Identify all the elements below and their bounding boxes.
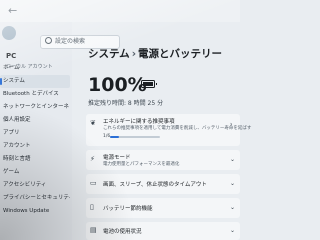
page-title: 電源とバッテリー (138, 48, 223, 60)
chevron-right-icon[interactable]: › (230, 122, 236, 128)
avatar[interactable] (2, 26, 16, 40)
battery-saver-icon: ▯ (90, 203, 94, 211)
sidebar-item[interactable]: ホーム (0, 62, 70, 75)
battery-full-icon (141, 80, 157, 88)
screen-sleep-title: 画面、スリープ、休止状態のタイムアウト (103, 182, 207, 188)
main-content: システム › 電源とバッテリー 100% 推定残り時間: 8 時間 25 分 ❦ エ… (72, 22, 251, 240)
battery-saver-card[interactable]: ▯ バッテリー節約機能 ⌄ (86, 198, 240, 218)
sidebar-item[interactable]: 個人用設定 (0, 114, 70, 127)
pc-name: PC (6, 52, 17, 60)
sidebar-item[interactable]: 時刻と言語 (0, 153, 70, 166)
power-mode-card[interactable]: ⚡ 電源モード 電力使用量とパフォーマンスを最適化 ⌄ (86, 150, 240, 170)
energy-recommendations-card[interactable]: ❦ エネルギーに関する推奨事項 これらの推奨事項を適用して電力消費を削減し、バッ… (86, 114, 251, 146)
sidebar-item[interactable]: システム (0, 75, 70, 88)
energy-recommendations-progress (110, 136, 160, 138)
chevron-down-icon[interactable]: ⌄ (230, 181, 236, 187)
sidebar-item[interactable]: プライバシーとセキュリティ (0, 192, 70, 205)
power-mode-icon: ⚡ (90, 155, 95, 163)
battery-usage-card[interactable]: ▤ 電池の使用状況 ⌄ (86, 222, 240, 240)
sidebar-item[interactable]: ネットワークとインターネット (0, 101, 70, 114)
settings-window: ← PC ローカル アカウント ホーム システム Bluetooth とデバイス ネッ… (0, 0, 251, 240)
sidebar-item[interactable]: Bluetooth とデバイス (0, 88, 70, 101)
power-mode-subtitle: 電力使用量とパフォーマンスを最適化 (103, 162, 180, 167)
sidebar: PC ローカル アカウント ホーム システム Bluetooth とデバイス ネットワ… (0, 22, 72, 240)
sidebar-item[interactable]: Windows Update (0, 205, 70, 218)
monitor-icon: ▭ (90, 179, 97, 187)
energy-recommendations-progress-fill (110, 136, 119, 138)
breadcrumb-separator: › (131, 48, 137, 60)
chevron-down-icon[interactable]: ⌄ (230, 157, 236, 163)
breadcrumb: システム › 電源とバッテリー (88, 46, 222, 61)
sidebar-item[interactable]: アカウント (0, 140, 70, 153)
battery-usage-title: 電池の使用状況 (103, 229, 142, 235)
arrow-left-icon[interactable]: ← (8, 4, 17, 17)
sidebar-item[interactable]: アプリ (0, 127, 70, 140)
title-bar: ← (0, 0, 240, 22)
chevron-down-icon[interactable]: ⌄ (230, 228, 236, 234)
sidebar-item[interactable]: ゲーム (0, 166, 70, 179)
battery-saver-title: バッテリー節約機能 (103, 206, 153, 212)
search-icon (45, 37, 52, 44)
sidebar-item[interactable]: アクセシビリティ (0, 179, 70, 192)
remaining-time: 推定残り時間: 8 時間 25 分 (88, 100, 164, 107)
breadcrumb-parent[interactable]: システム (88, 48, 130, 60)
energy-recommendations-title: エネルギーに関する推奨事項 (103, 119, 175, 125)
chevron-down-icon[interactable]: ⌄ (230, 205, 236, 211)
screen-sleep-card[interactable]: ▭ 画面、スリープ、休止状態のタイムアウト ⌄ (86, 174, 240, 194)
power-mode-title: 電源モード (103, 155, 131, 161)
leaf-icon: ❦ (90, 119, 96, 127)
chart-icon: ▤ (90, 226, 97, 234)
battery-percent: 100% (88, 74, 147, 96)
